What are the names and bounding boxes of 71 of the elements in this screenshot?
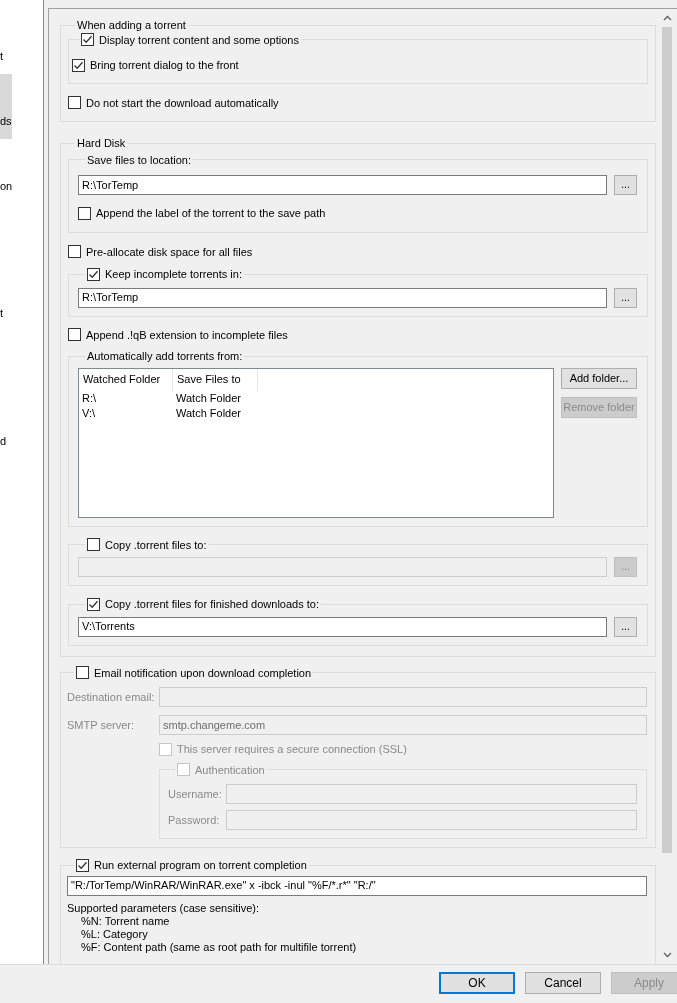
parameter-help: %N: Torrent name	[80, 914, 171, 928]
checkmark-icon	[82, 34, 93, 46]
field-label: Username:	[168, 786, 223, 802]
text-field[interactable]	[78, 557, 607, 577]
text-field[interactable]: smtp.changeme.com	[159, 715, 647, 735]
table-cell-text: Watch Folder	[175, 405, 242, 421]
group-title: Hard Disk	[77, 137, 126, 149]
text-field[interactable]: R:\TorTemp	[78, 287, 607, 308]
table-cell-text: V:\	[81, 405, 97, 421]
add-folder-button[interactable]: Add folder...	[561, 367, 637, 389]
table-cell-text: Watch Folder	[175, 390, 242, 406]
sidebar-item[interactable]: on	[0, 139, 12, 204]
group-title: Save files to location:	[87, 153, 191, 166]
checkbox[interactable]	[81, 33, 94, 47]
help-text: Supported parameters (case sensitive):	[67, 901, 260, 915]
text-field[interactable]: R:\TorTemp	[78, 175, 607, 195]
column-header[interactable]: Watched Folder	[79, 368, 173, 391]
text-field[interactable]: V:\Torrents	[78, 616, 607, 637]
checkmark-icon	[77, 859, 88, 871]
table-cell-text: R:\	[81, 390, 98, 406]
checkbox-label: Copy .torrent files to:	[105, 537, 207, 553]
checkbox-label: This server requires a secure connection (SSL)	[177, 742, 407, 757]
watched-folders-list[interactable]: Watched Folder Save Files to R:\ Watch Folder V:\ Watch Folder	[78, 367, 554, 518]
cancel-button[interactable]: Cancel	[525, 972, 601, 994]
scrollbar-thumb[interactable]	[662, 27, 672, 853]
text-field[interactable]: "R:/TorTemp/WinRAR/WinRAR.exe" x -ibck -inul "%F/*.r*" "R:/"	[67, 875, 647, 896]
ok-button[interactable]: OK	[439, 972, 515, 994]
sidebar-item[interactable]: d	[0, 394, 12, 459]
checkbox-label: Authentication	[195, 762, 265, 778]
parameter-help: %L: Category	[80, 927, 149, 941]
checkbox[interactable]	[68, 96, 81, 110]
checkbox[interactable]	[72, 58, 85, 72]
browse-button[interactable]: ...	[614, 287, 637, 308]
parameter-help: %F: Content path (same as root path for multifile torrent)	[80, 940, 358, 954]
checkmark-icon	[88, 268, 99, 280]
checkmark-icon	[88, 598, 99, 610]
checkbox[interactable]	[68, 328, 81, 342]
text-field[interactable]	[226, 784, 637, 804]
browse-button[interactable]: ...	[614, 616, 637, 637]
checkbox[interactable]	[87, 538, 100, 552]
field-label: SMTP server:	[67, 717, 136, 733]
browse-button[interactable]: ...	[614, 175, 637, 195]
checkbox-label: Display torrent content and some options	[99, 32, 299, 48]
sidebar-item[interactable]: t	[0, 266, 12, 331]
field-label: Password:	[168, 812, 221, 828]
checkbox-label: Do not start the download automatically	[86, 95, 279, 111]
checkbox[interactable]	[76, 858, 89, 872]
checkbox[interactable]	[68, 245, 81, 259]
field-label: Destination email:	[67, 689, 156, 705]
checkbox[interactable]	[76, 666, 89, 680]
group-title: When adding a torrent	[77, 19, 186, 31]
checkbox-label: Copy .torrent files for finished downloads to:	[105, 597, 319, 612]
checkbox-label: Run external program on torrent completion	[94, 858, 307, 873]
sidebar-item[interactable]: ds	[0, 74, 12, 139]
text-field[interactable]	[226, 810, 637, 830]
checkbox-label: Keep incomplete torrents in:	[105, 267, 242, 282]
checkbox-label: Bring torrent dialog to the front	[90, 58, 239, 73]
sidebar-item[interactable]: t	[0, 9, 12, 74]
checkbox-label: Append the label of the torrent to the save path	[96, 206, 326, 221]
checkbox-label: Email notification upon download completion	[94, 665, 312, 681]
scroll-up-icon[interactable]	[662, 15, 672, 21]
checkbox[interactable]	[87, 267, 100, 281]
text-field[interactable]	[159, 687, 647, 707]
checkbox-label: Append .!qB extension to incomplete files	[86, 327, 288, 343]
scroll-down-icon[interactable]	[662, 952, 672, 958]
column-header[interactable]: Save Files to	[173, 368, 258, 391]
checkbox[interactable]	[78, 206, 91, 220]
checkbox-label: Pre-allocate disk space for all files	[86, 244, 253, 260]
checkbox[interactable]	[87, 597, 100, 611]
group-title: Automatically add torrents from:	[87, 350, 243, 362]
checkmark-icon	[73, 59, 84, 71]
